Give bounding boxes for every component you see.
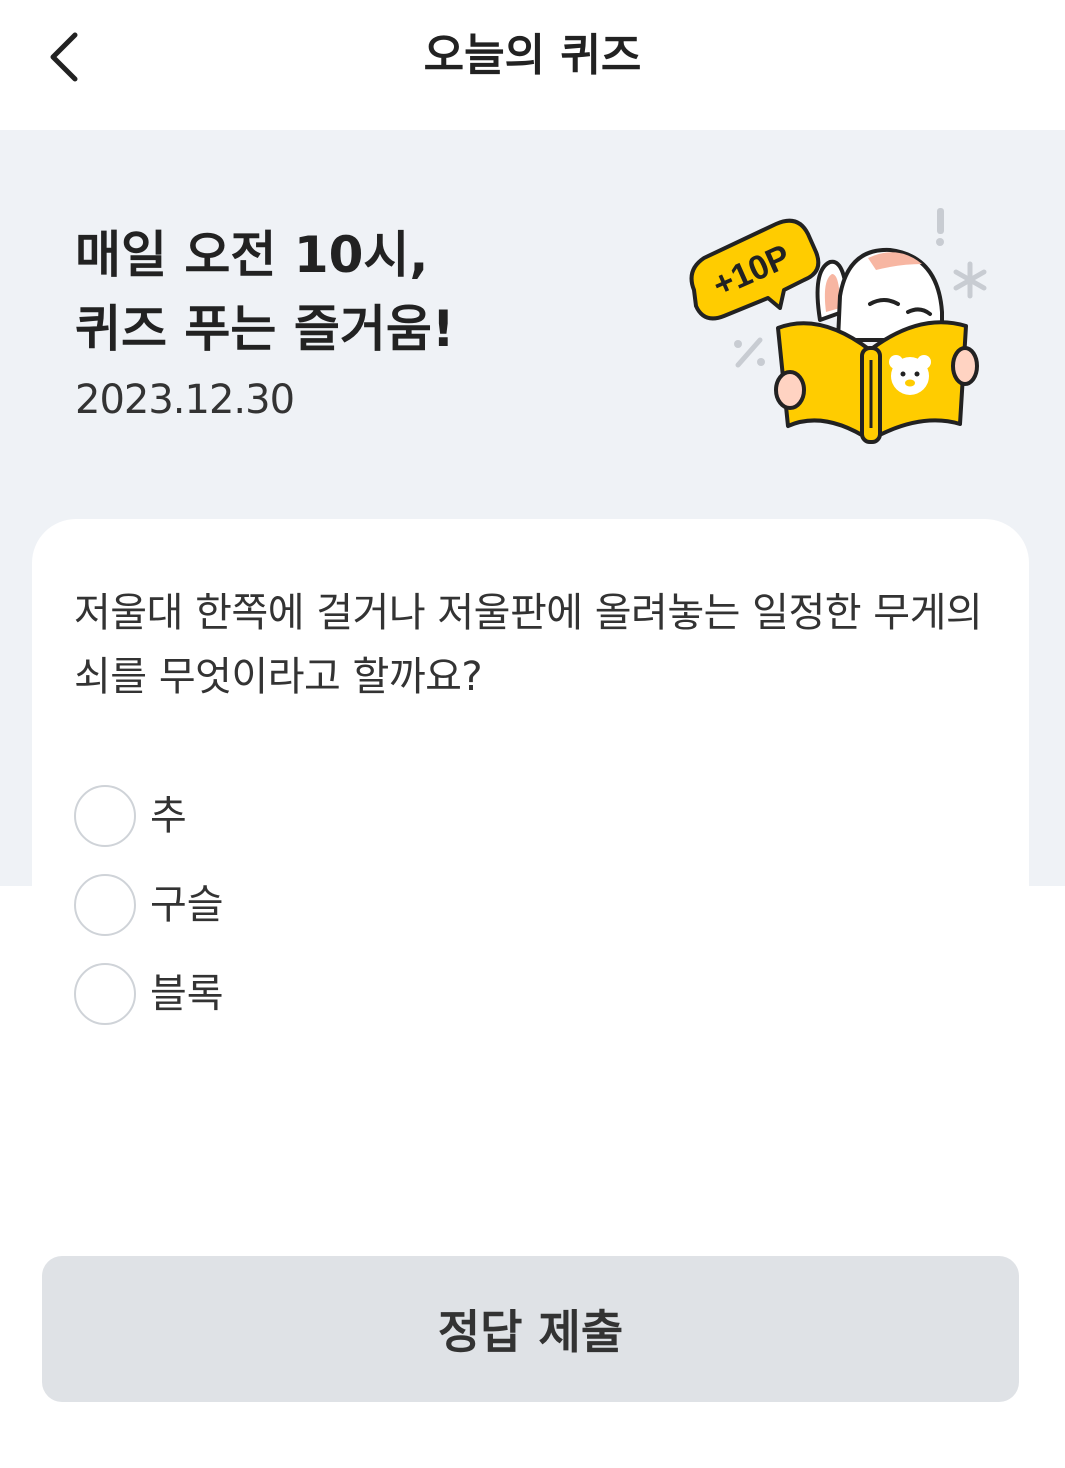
hero-title: 매일 오전 10시, 퀴즈 푸는 즐거움! — [75, 218, 635, 366]
radio-button[interactable] — [74, 874, 136, 936]
quiz-question: 저울대 한쪽에 걸거나 저울판에 올려놓는 일정한 무게의 쇠를 무엇이라고 할… — [74, 590, 983, 700]
radio-button[interactable] — [74, 785, 136, 847]
option-2[interactable]: 구슬 — [74, 874, 774, 936]
page-title: 오늘의 퀴즈 — [423, 30, 642, 81]
option-label: 추 — [150, 793, 187, 839]
submit-answer-button[interactable]: 정답 제출 — [42, 1256, 1019, 1402]
hero-title-line2: 퀴즈 푸는 즐거움! — [75, 300, 455, 358]
option-1[interactable]: 추 — [74, 785, 774, 847]
exclamation-mark-icon — [937, 208, 944, 234]
hero-title-line1: 매일 오전 10시, — [75, 226, 429, 284]
rabbit-reading-book-illustration: +10P — [689, 208, 987, 444]
quiz-date: 2023.12.30 — [75, 377, 295, 423]
option-label: 구슬 — [150, 882, 224, 928]
option-label: 블록 — [150, 971, 224, 1017]
top-bar: 오늘의 퀴즈 — [0, 0, 1065, 130]
percent-icon — [734, 337, 765, 368]
radio-button[interactable] — [74, 963, 136, 1025]
asterisk-icon — [953, 261, 987, 299]
option-3[interactable]: 블록 — [74, 963, 774, 1025]
points-badge: +10P — [689, 218, 821, 321]
quiz-card: 저울대 한쪽에 걸거나 저울판에 올려놓는 일정한 무게의 쇠를 무엇이라고 할… — [32, 519, 1029, 1219]
answer-options: 추 구슬 블록 — [74, 785, 774, 1052]
